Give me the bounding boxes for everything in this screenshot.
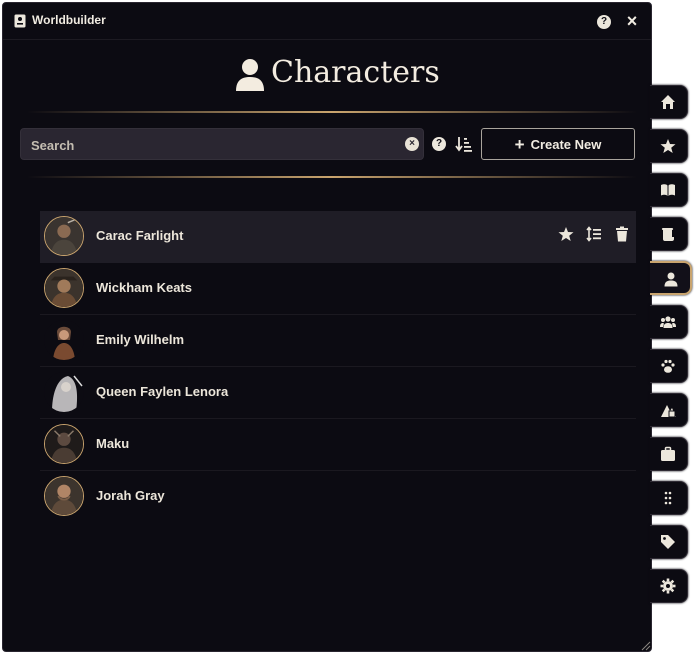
character-row[interactable]: Jorah Gray <box>40 471 636 523</box>
paw-icon <box>661 359 675 373</box>
person-icon <box>664 272 678 287</box>
gear-icon <box>660 578 676 594</box>
heading-divider <box>27 111 637 113</box>
tag-icon <box>661 535 675 549</box>
row-actions <box>558 226 630 242</box>
reorder-icon[interactable] <box>586 226 602 242</box>
plus-icon: + <box>514 134 525 154</box>
trash-icon[interactable] <box>614 226 630 242</box>
character-avatar <box>44 216 84 256</box>
tab-creatures[interactable] <box>650 349 688 383</box>
character-row[interactable]: Emily Wilhelm <box>40 315 636 367</box>
favorite-star-icon[interactable] <box>558 226 574 242</box>
map-icon <box>661 405 676 418</box>
tab-home[interactable] <box>650 85 688 119</box>
character-name: Emily Wilhelm <box>96 332 185 347</box>
grid-icon <box>664 491 672 505</box>
worldbuilder-window: Worldbuilder ? × Characters × ? + Create… <box>2 2 652 652</box>
help-icon[interactable]: ? <box>597 15 611 29</box>
toolbar-divider <box>27 176 637 178</box>
character-avatar <box>44 320 84 360</box>
character-avatar <box>44 476 84 516</box>
create-new-button[interactable]: + Create New <box>481 128 635 160</box>
tab-tags[interactable] <box>650 525 688 559</box>
search-input[interactable] <box>29 129 403 161</box>
briefcase-icon <box>661 446 675 461</box>
resize-grip-icon[interactable] <box>641 641 651 651</box>
page-title: Characters <box>271 55 440 90</box>
group-icon <box>660 316 676 328</box>
character-name: Wickham Keats <box>96 280 192 295</box>
tab-locations[interactable] <box>650 393 688 427</box>
tab-journal[interactable] <box>650 173 688 207</box>
tab-settings[interactable] <box>650 569 688 603</box>
title-bar[interactable]: Worldbuilder ? × <box>3 3 651 40</box>
character-name: Maku <box>96 436 130 451</box>
character-name: Carac Farlight <box>96 228 184 243</box>
character-list: Carac Farlight Wickham Keats Emily Wilhe… <box>40 211 636 523</box>
character-name: Queen Faylen Lenora <box>96 384 229 399</box>
character-name: Jorah Gray <box>96 488 165 503</box>
character-row[interactable]: Wickham Keats <box>40 263 636 315</box>
book-icon <box>661 184 675 196</box>
search-field[interactable]: × <box>20 128 424 161</box>
app-book-icon <box>14 14 26 28</box>
home-icon <box>661 95 675 109</box>
character-row[interactable]: Maku <box>40 419 636 471</box>
character-avatar <box>44 268 84 308</box>
character-avatar <box>44 372 84 412</box>
create-new-label: Create New <box>530 136 602 152</box>
character-row[interactable]: Carac Farlight <box>40 211 636 263</box>
tab-characters[interactable] <box>650 261 692 295</box>
tab-favorites[interactable] <box>650 129 688 163</box>
character-avatar <box>44 424 84 464</box>
search-help-icon[interactable]: ? <box>432 137 446 151</box>
close-icon[interactable]: × <box>625 11 639 31</box>
person-icon <box>236 59 264 91</box>
tab-misc[interactable] <box>650 481 688 515</box>
window-title: Worldbuilder <box>32 13 106 27</box>
character-row[interactable]: Queen Faylen Lenora <box>40 367 636 419</box>
star-icon <box>660 139 676 153</box>
clear-search-icon[interactable]: × <box>405 137 419 151</box>
tab-items[interactable] <box>650 437 688 471</box>
scroll-icon <box>661 228 674 241</box>
tab-scrolls[interactable] <box>650 217 688 251</box>
tab-groups[interactable] <box>650 305 688 339</box>
sort-icon[interactable] <box>455 135 473 153</box>
